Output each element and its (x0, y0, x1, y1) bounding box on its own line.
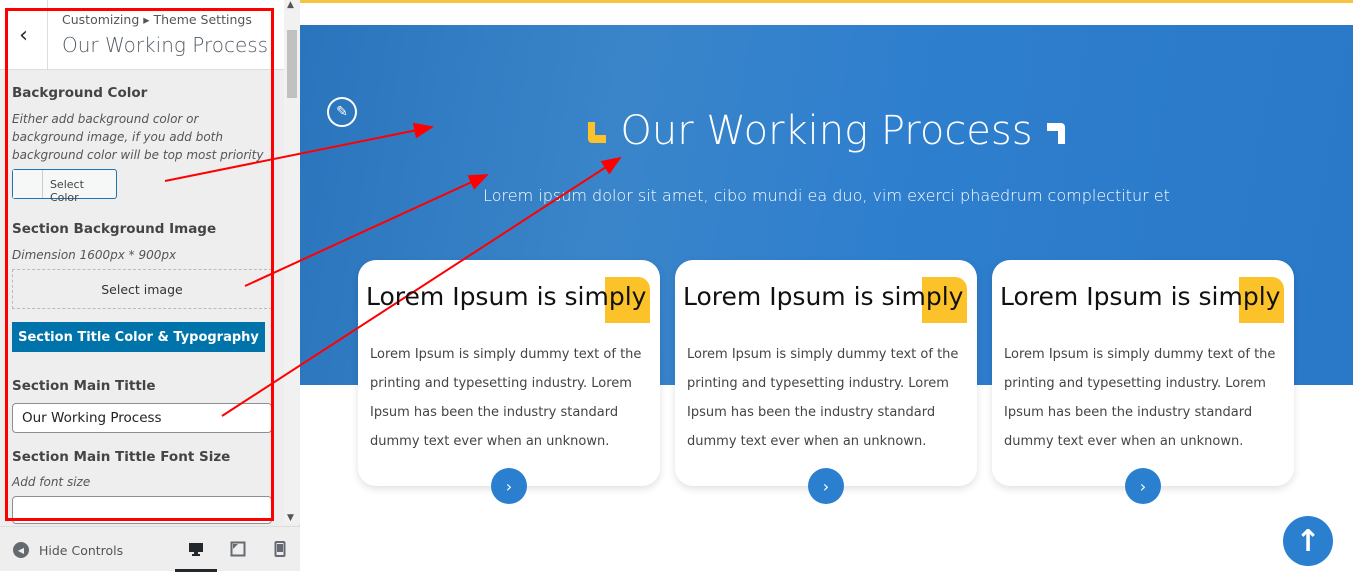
card-next-button[interactable]: › (808, 468, 844, 504)
card-text: Lorem Ipsum is simply dummy text of the … (1004, 347, 1276, 449)
arrow-up-icon: ↑ (1295, 523, 1321, 559)
select-image-button[interactable]: Select image (12, 269, 272, 309)
card-title: Lorem Ipsum is simply (1000, 282, 1281, 311)
bg-image-label: Section Background Image (12, 221, 217, 237)
card-text: Lorem Ipsum is simply dummy text of the … (687, 347, 959, 449)
title-typography-button[interactable]: Section Title Color & Typography (12, 322, 265, 352)
color-swatch (13, 170, 43, 198)
breadcrumb: Customizing ▸ Theme Settings (62, 12, 252, 27)
process-card: Lorem Ipsum is simply Lorem Ipsum is sim… (675, 260, 977, 504)
hide-controls-button[interactable]: ◀ Hide Controls (13, 542, 123, 558)
customizer-footer: ◀ Hide Controls (0, 526, 300, 572)
panel-header: ‹ Customizing ▸ Theme Settings Our Worki… (0, 0, 284, 70)
select-color-button[interactable]: Select Color (12, 169, 117, 204)
scroll-up-icon[interactable]: ▲ (287, 0, 294, 10)
card-text: Lorem Ipsum is simply dummy text of the … (370, 347, 642, 449)
scroll-down-icon[interactable]: ▼ (287, 513, 294, 523)
section-title: Our Working Process (62, 33, 269, 57)
main-title-label: Section Main Tittle (12, 378, 156, 394)
tablet-preview-icon[interactable] (230, 541, 246, 557)
bg-color-description: Either add background color or backgroun… (12, 112, 264, 162)
header-accent-bar (300, 0, 1353, 3)
desktop-preview-icon[interactable] (188, 541, 204, 557)
scrollbar-thumb[interactable] (287, 30, 297, 98)
back-button[interactable]: ‹ (0, 0, 48, 70)
mobile-preview-icon[interactable] (272, 541, 288, 557)
hide-controls-label: Hide Controls (39, 542, 124, 558)
card-title: Lorem Ipsum is simply (366, 282, 647, 311)
section-heading-text: Our Working Process (620, 108, 1033, 154)
section-subtitle: Lorem ipsum dolor sit amet, cibo mundi e… (483, 186, 1170, 205)
card-next-button[interactable]: › (491, 468, 527, 504)
chevron-right-icon: › (822, 476, 830, 496)
scroll-to-top-button[interactable]: ↑ (1283, 516, 1333, 566)
font-size-input[interactable] (12, 496, 272, 524)
card-title: Lorem Ipsum is simply (683, 282, 964, 311)
process-card: Lorem Ipsum is simply Lorem Ipsum is sim… (358, 260, 660, 504)
pipe-elbow-right-icon (1046, 123, 1065, 144)
main-title-input[interactable]: Our Working Process (12, 403, 272, 433)
chevron-right-icon: › (1139, 476, 1147, 496)
bg-color-label: Background Color (12, 85, 148, 101)
chevron-left-icon: ‹ (19, 22, 28, 48)
bg-image-description: Dimension 1600px * 900px (12, 248, 177, 262)
customizer-sidebar: ‹ Customizing ▸ Theme Settings Our Worki… (0, 0, 300, 572)
section-heading: Our Working Process (300, 108, 1353, 154)
card-next-button[interactable]: › (1125, 468, 1161, 504)
chevron-right-icon: › (505, 476, 513, 496)
font-size-description: Add font size (12, 475, 91, 489)
collapse-icon: ◀ (13, 542, 29, 558)
site-preview: ✎ Our Working Process Lorem ipsum dolor … (300, 0, 1353, 571)
font-size-label: Section Main Tittle Font Size (12, 449, 231, 465)
select-color-label: Select Color (49, 178, 84, 204)
process-card: Lorem Ipsum is simply Lorem Ipsum is sim… (992, 260, 1294, 504)
pipe-elbow-left-icon (588, 122, 607, 143)
